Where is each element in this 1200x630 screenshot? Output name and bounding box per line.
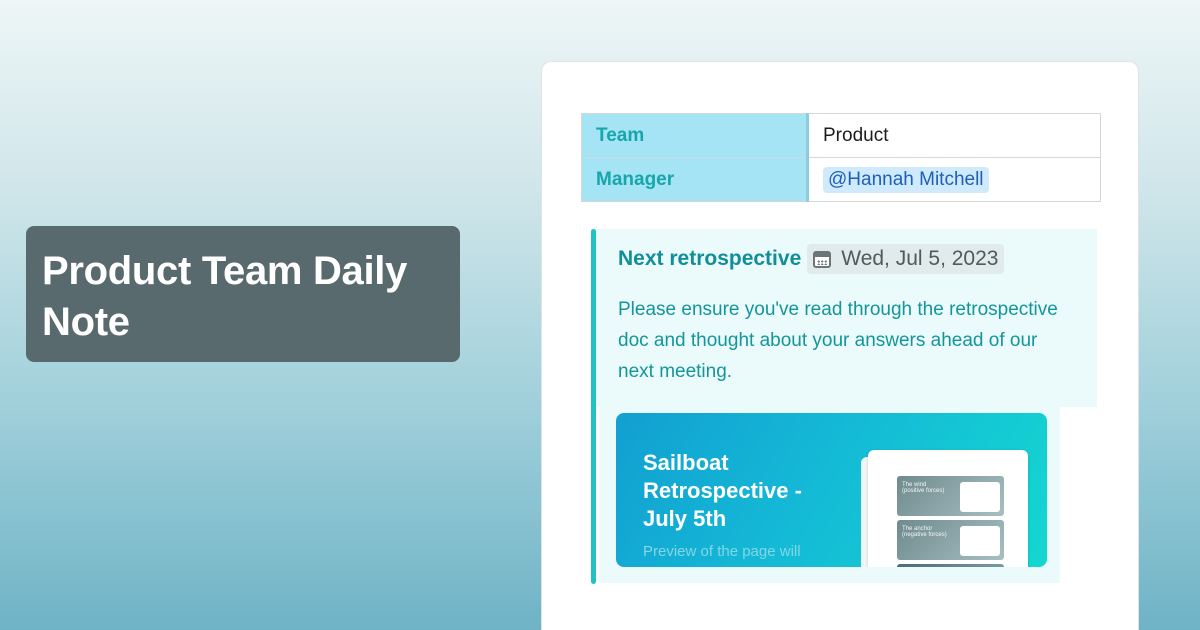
document-panel: Team Product Manager @Hannah Mitchell Ne… <box>541 61 1139 630</box>
page-embed-card[interactable]: Sailboat Retrospective - July 5th Previe… <box>616 413 1047 567</box>
property-key: Manager <box>581 157 809 202</box>
user-mention[interactable]: @Hannah Mitchell <box>823 166 989 193</box>
callout-title: Next retrospective <box>618 247 802 270</box>
property-value-manager: @Hannah Mitchell <box>807 157 1101 202</box>
thumbnail-tile: The anchor (negative forces) <box>897 520 1004 560</box>
embed-title: Sailboat Retrospective - July 5th <box>643 450 802 531</box>
callout-accent-bar <box>591 229 596 584</box>
callout-body: Please ensure you've read through the re… <box>618 299 1058 382</box>
thumbnail-tile <box>897 564 1004 567</box>
hero-title-card: Product Team Daily Note <box>26 226 460 362</box>
property-row-manager: Manager @Hannah Mitchell <box>581 157 1101 202</box>
tile-label: The anchor (negative forces) <box>902 526 947 538</box>
embed-subtitle: Preview of the page will <box>643 543 801 560</box>
property-row-team: Team Product <box>581 113 1101 158</box>
property-value-team[interactable]: Product <box>807 113 1101 158</box>
embed-container: Sailboat Retrospective - July 5th Previe… <box>599 407 1060 583</box>
thumbnail-tile: The wind (positive forces) <box>897 476 1004 516</box>
tile-label: The wind (positive forces) <box>902 482 945 494</box>
callout-header: Next retrospective Wed, Jul 5, 2023 <box>618 244 1005 274</box>
page-title: Product Team Daily Note <box>42 249 408 344</box>
page-thumbnail: The wind (positive forces) The anchor (n… <box>868 450 1028 567</box>
date-chip[interactable]: Wed, Jul 5, 2023 <box>807 244 1005 274</box>
properties-table: Team Product Manager @Hannah Mitchell <box>581 113 1101 202</box>
tile-box <box>960 526 1000 556</box>
property-key: Team <box>581 113 809 158</box>
tile-box <box>960 482 1000 512</box>
calendar-icon <box>813 250 832 268</box>
date-text: Wed, Jul 5, 2023 <box>841 247 999 270</box>
